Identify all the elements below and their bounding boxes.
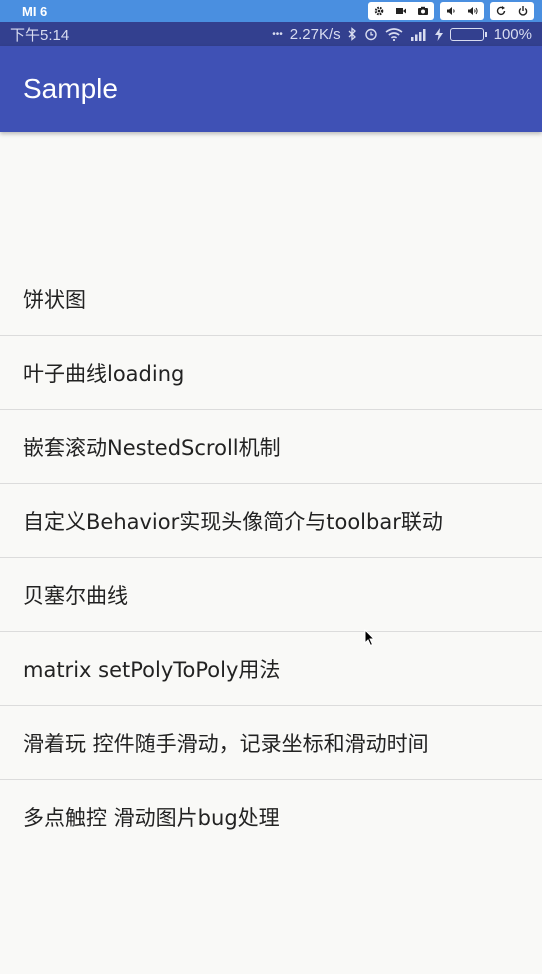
emulator-power-group: [490, 2, 534, 20]
rotate-icon[interactable]: [490, 2, 512, 20]
list-item[interactable]: 滑着玩 控件随手滑动，记录坐标和滑动时间: [0, 706, 542, 780]
list-item[interactable]: 多点触控 滑动图片bug处理: [0, 780, 542, 854]
battery-icon: [449, 27, 487, 41]
power-icon[interactable]: [512, 2, 534, 20]
emulator-controls: [368, 2, 534, 20]
list-item[interactable]: 饼状图: [0, 262, 542, 336]
signal-icon: [410, 28, 428, 41]
video-icon[interactable]: [390, 2, 412, 20]
volume-up-icon[interactable]: [462, 2, 484, 20]
device-name: MI 6: [22, 3, 48, 19]
list-item-label: 滑着玩 控件随手滑动，记录坐标和滑动时间: [23, 731, 429, 756]
list-item[interactable]: 贝塞尔曲线: [0, 558, 542, 632]
list-item[interactable]: 自定义Behavior实现头像简介与toolbar联动: [0, 484, 542, 558]
list-item-label: matrix setPolyToPoly用法: [23, 657, 281, 682]
emulator-capture-group: [368, 2, 434, 20]
settings-icon[interactable]: [368, 2, 390, 20]
bluetooth-icon: [348, 27, 357, 41]
volume-down-icon[interactable]: [440, 2, 462, 20]
wifi-icon: [385, 27, 403, 41]
phone-screen: MI 6 下午5:14 ••• 2.27K/s 100% Sample 饼状图 …: [0, 0, 542, 974]
status-indicators: ••• 2.27K/s 100%: [272, 26, 532, 43]
page-title: Sample: [23, 73, 118, 104]
list-item-label: 叶子曲线loading: [23, 361, 185, 386]
list-item-label: 贝塞尔曲线: [23, 583, 128, 608]
list-item-label: 饼状图: [23, 287, 86, 312]
notification-dots: •••: [272, 28, 283, 40]
status-bar: 下午5:14 ••• 2.27K/s 100%: [0, 22, 542, 46]
emulator-toolbar: MI 6: [0, 0, 542, 22]
list-item[interactable]: 叶子曲线loading: [0, 336, 542, 410]
status-time: 下午5:14: [10, 26, 70, 44]
list-item-label: 多点触控 滑动图片bug处理: [23, 806, 280, 830]
camera-icon[interactable]: [412, 2, 434, 20]
list-item-label: 嵌套滚动NestedScroll机制: [23, 435, 281, 460]
network-speed: 2.27K/s: [289, 25, 341, 43]
alarm-icon: [364, 27, 378, 41]
app-toolbar: Sample: [0, 46, 542, 132]
charging-icon: [434, 27, 443, 41]
list-item[interactable]: 嵌套滚动NestedScroll机制: [0, 410, 542, 484]
battery-percent: 100%: [493, 25, 532, 43]
emulator-volume-group: [440, 2, 484, 20]
sample-list: 饼状图叶子曲线loading 嵌套滚动NestedScroll机制自定义Behav…: [0, 262, 542, 854]
mouse-cursor-icon: [364, 629, 376, 647]
list-item[interactable]: matrix setPolyToPoly用法: [0, 632, 542, 706]
list-item-label: 自定义Behavior实现头像简介与toolbar联动: [23, 509, 443, 534]
